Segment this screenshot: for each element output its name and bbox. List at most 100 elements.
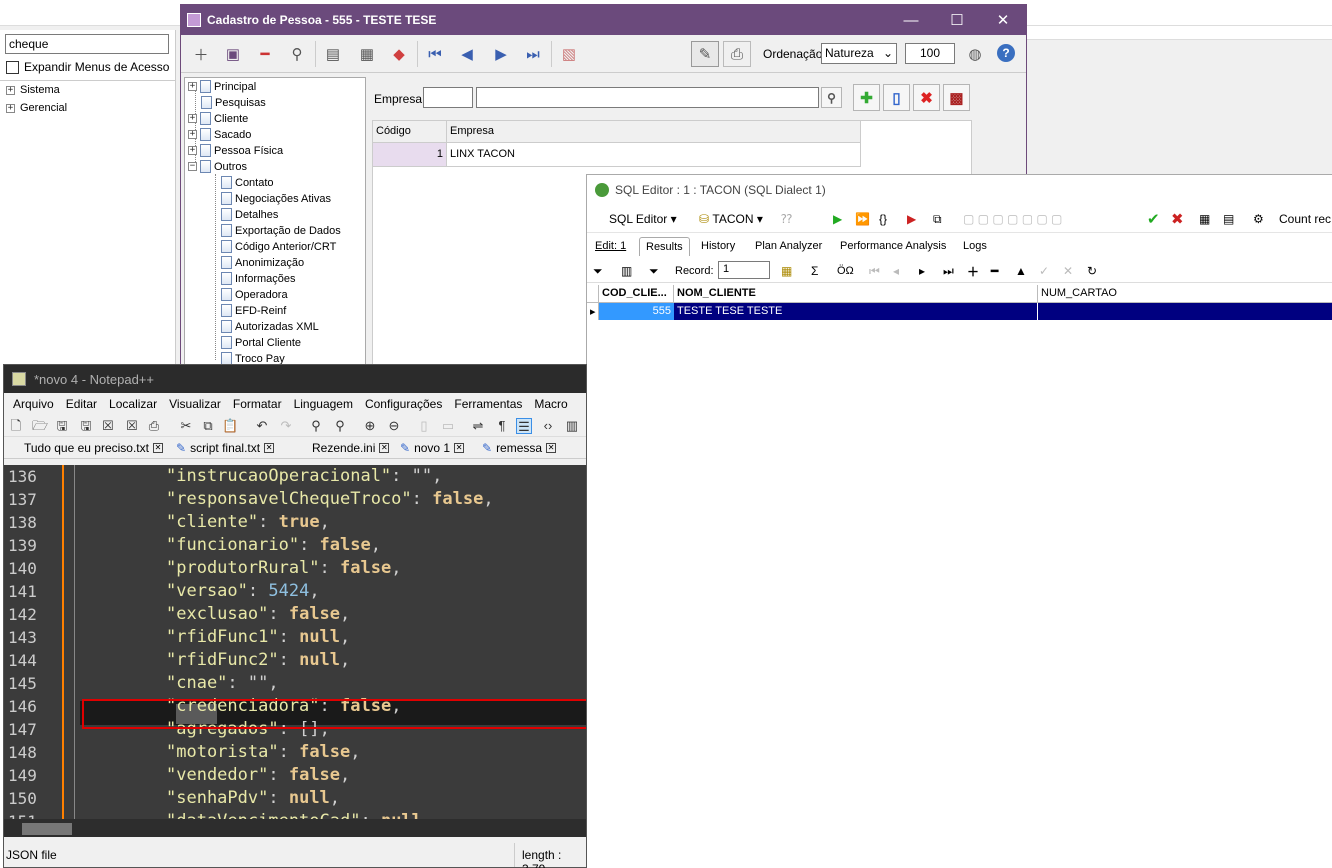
grid-filter-icon[interactable]: ▥: [621, 261, 632, 281]
tree-item-outros[interactable]: − Outros: [188, 160, 247, 173]
empresa-name-input[interactable]: [476, 87, 819, 108]
search-icon[interactable]: ⚲: [287, 44, 307, 64]
execute-icon[interactable]: ▶: [833, 209, 842, 229]
record-input[interactable]: 1: [718, 261, 770, 279]
zoom-in-icon[interactable]: ⊕: [362, 418, 378, 434]
tree-item-informacoes[interactable]: Informações: [221, 272, 296, 285]
tree-item-gerencial[interactable]: + Gerencial: [6, 102, 67, 114]
previous-record-icon[interactable]: ◀: [457, 44, 477, 64]
tab-edit[interactable]: Edit: 1: [595, 240, 626, 252]
refresh-icon[interactable]: ↻: [1087, 261, 1097, 281]
record-count-input[interactable]: 100: [905, 43, 955, 64]
tree-item-exportacao[interactable]: Exportação de Dados: [221, 224, 341, 237]
post-icon[interactable]: ✓: [1039, 261, 1049, 281]
rollback-icon[interactable]: ✖: [1171, 209, 1184, 229]
tree-item-codigo-anterior[interactable]: Código Anterior/CRT: [221, 240, 336, 253]
column-header-cod-cliente[interactable]: COD_CLIE...: [599, 285, 674, 303]
tab-performance-analysis[interactable]: Performance Analysis: [840, 240, 946, 252]
column-header-empresa[interactable]: Empresa: [447, 121, 861, 143]
word-wrap-icon[interactable]: ⇌: [470, 418, 486, 434]
expand-plus-icon[interactable]: +: [6, 85, 15, 95]
expand-plus-icon[interactable]: +: [188, 114, 197, 123]
close-tab-icon[interactable]: ✕: [454, 443, 465, 453]
table-cell-nom-cliente[interactable]: TESTE TESE TESTE: [674, 303, 1038, 320]
export-data-icon[interactable]: ▦: [781, 261, 792, 281]
save-all-icon[interactable]: 🖫: [78, 418, 94, 434]
edit-mode-icon[interactable]: ✎: [691, 41, 719, 67]
menu-search-input[interactable]: [5, 34, 169, 54]
minimize-icon[interactable]: —: [888, 5, 934, 35]
new-file-icon[interactable]: 🗋: [8, 418, 24, 434]
tree-item-pesquisas[interactable]: Pesquisas: [201, 96, 266, 109]
tab-results[interactable]: Results: [639, 237, 690, 256]
stop-icon[interactable]: ▶: [907, 209, 916, 229]
save-icon[interactable]: ▣: [223, 44, 243, 64]
add-icon[interactable]: ＋: [191, 44, 211, 64]
edit-empresa-button[interactable]: ▯: [883, 84, 910, 111]
delete-icon[interactable]: ━: [255, 44, 275, 64]
form-view-icon[interactable]: ▤: [1223, 209, 1234, 229]
zoom-out-icon[interactable]: ⊖: [386, 418, 402, 434]
close-all-icon[interactable]: ☒: [124, 418, 140, 434]
sum-icon[interactable]: Σ: [811, 261, 818, 281]
code-editor[interactable]: 136 137 138 139 140 141 142 143 144 145 146 147 148 1…: [4, 465, 586, 819]
delete-row-icon[interactable]: ━: [991, 261, 998, 281]
expand-plus-icon[interactable]: +: [6, 103, 15, 113]
tab-history[interactable]: History: [701, 240, 735, 252]
settings-icon[interactable]: ⚙: [1253, 209, 1264, 229]
column-header-nom-cliente[interactable]: NOM_CLIENTE: [674, 285, 1038, 303]
indent-guide-icon[interactable]: ☰: [516, 418, 532, 434]
sync-v-icon[interactable]: ▯: [416, 418, 432, 434]
eraser-icon[interactable]: ◆: [389, 44, 409, 64]
tab-file[interactable]: ✎ remessa ✕: [482, 441, 557, 455]
last-record-icon[interactable]: ⏭: [523, 44, 543, 64]
grid-icon[interactable]: ▦: [357, 44, 377, 64]
close-tab-icon[interactable]: ✕: [264, 443, 275, 453]
menu-configuracoes[interactable]: Configurações: [365, 397, 442, 411]
expand-plus-icon[interactable]: +: [188, 130, 197, 139]
expand-plus-icon[interactable]: +: [188, 146, 197, 155]
export-icon[interactable]: ▧: [559, 44, 579, 64]
add-empresa-button[interactable]: ✚: [853, 84, 880, 111]
tree-item-sistema[interactable]: + Sistema: [6, 84, 60, 96]
prepare-icon[interactable]: ⧉: [933, 209, 942, 229]
paste-icon[interactable]: 📋: [222, 418, 238, 434]
table-view-icon[interactable]: ▦: [1199, 209, 1210, 229]
edit-row-icon[interactable]: ▲: [1015, 261, 1027, 281]
tree-item-efd-reinf[interactable]: EFD-Reinf: [221, 304, 286, 317]
tab-file[interactable]: ✎ script final.txt ✕: [176, 441, 275, 455]
globe-icon[interactable]: ◍: [965, 44, 985, 64]
help-query-icon[interactable]: ⁇: [781, 209, 792, 229]
tree-item-cliente[interactable]: + Cliente: [188, 112, 248, 125]
count-records-button[interactable]: Count rec: [1279, 209, 1331, 229]
menu-ferramentas[interactable]: Ferramentas: [454, 397, 522, 411]
find-icon[interactable]: ⚲: [308, 418, 324, 434]
expand-plus-icon[interactable]: +: [188, 82, 197, 91]
column-header-num-cartao[interactable]: NUM_CARTAO: [1038, 285, 1332, 303]
close-tab-icon[interactable]: ✕: [546, 443, 557, 453]
commit-icon[interactable]: ✔: [1147, 209, 1160, 229]
menu-linguagem[interactable]: Linguagem: [294, 397, 353, 411]
menu-editar[interactable]: Editar: [66, 397, 97, 411]
first-icon[interactable]: ⏮: [869, 261, 880, 281]
tab-file[interactable]: ✎ novo 1 ✕: [400, 441, 465, 455]
help-icon[interactable]: ?: [997, 44, 1015, 62]
next-record-icon[interactable]: ▶: [491, 44, 511, 64]
tree-item-portal-cliente[interactable]: Portal Cliente: [221, 336, 301, 349]
next-icon[interactable]: ▸: [919, 261, 925, 281]
menu-macro[interactable]: Macro: [534, 397, 567, 411]
insert-icon[interactable]: ＋: [967, 261, 979, 281]
show-all-chars-icon[interactable]: ¶: [494, 418, 510, 434]
print-icon[interactable]: ⎙: [723, 41, 751, 67]
last-icon[interactable]: ⏭: [943, 261, 954, 281]
cancel-icon[interactable]: ✕: [1063, 261, 1073, 281]
tree-item-principal[interactable]: + Principal: [188, 80, 256, 93]
format-sql-icon[interactable]: {}: [879, 209, 887, 229]
map-icon[interactable]: ▥: [564, 418, 580, 434]
open-file-icon[interactable]: 🗁: [32, 418, 48, 434]
table-cell-empresa[interactable]: LINX TACON: [447, 143, 861, 167]
prior-icon[interactable]: ◂: [893, 261, 899, 281]
undo-icon[interactable]: ↶: [254, 418, 270, 434]
ordenacao-select[interactable]: Natureza ⌄: [821, 43, 897, 64]
unicode-icon[interactable]: ÖΩ: [837, 261, 854, 281]
